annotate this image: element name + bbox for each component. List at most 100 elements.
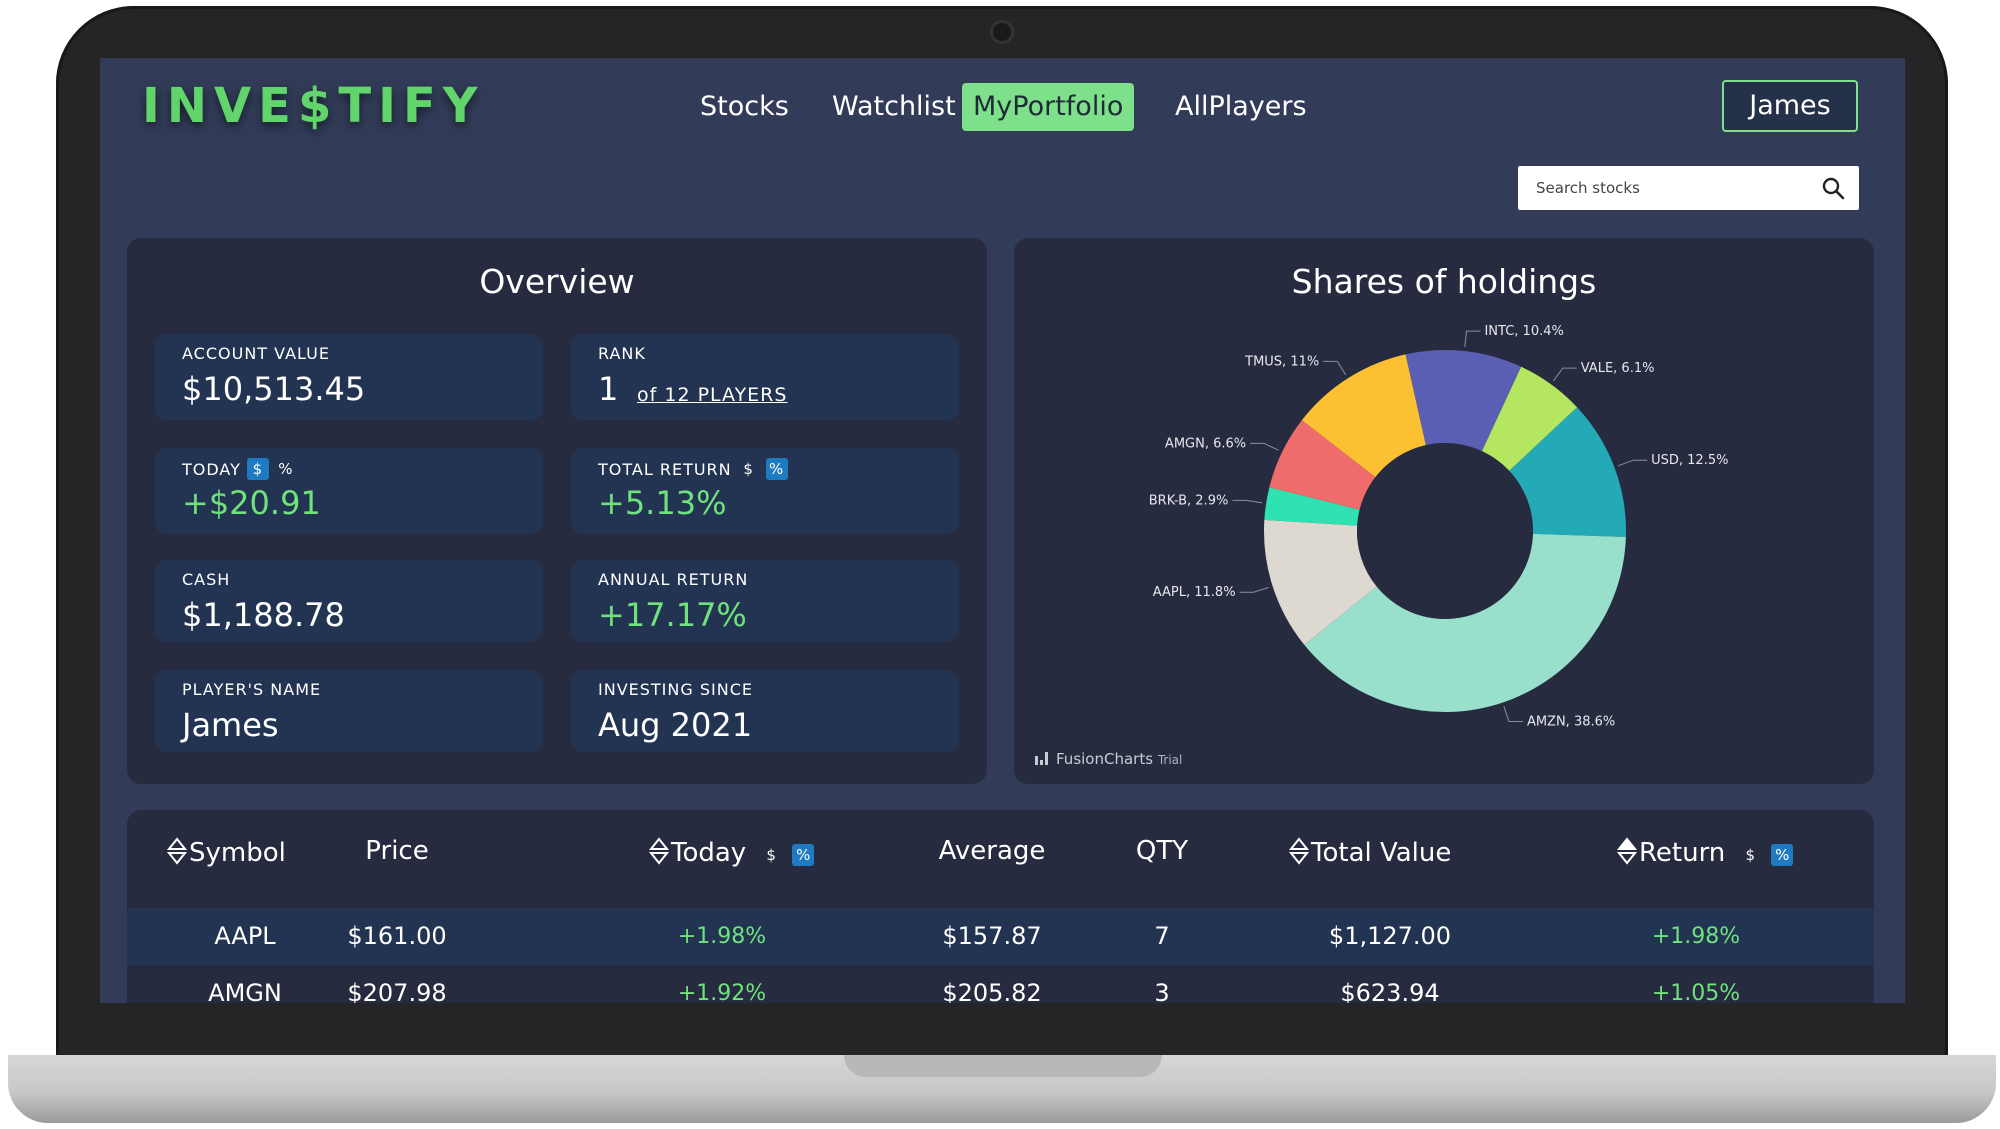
total-return-stat: TOTAL RETURN $% +5.13% xyxy=(571,448,959,534)
header-label: Today xyxy=(671,838,747,868)
cell-total-value: $623.94 xyxy=(1340,979,1440,1003)
column-header-qty: QTY xyxy=(1135,836,1189,866)
percent-toggle[interactable]: % xyxy=(275,458,297,480)
cell-today: +1.98% xyxy=(677,924,767,949)
stat-value: 1 xyxy=(598,370,619,408)
fusioncharts-logo-icon xyxy=(1035,752,1048,765)
sort-icon xyxy=(649,837,669,865)
cell-return: +1.98% xyxy=(1651,924,1741,949)
column-header-return[interactable]: Return $% xyxy=(1617,836,1817,868)
dollar-toggle[interactable]: $ xyxy=(760,844,782,866)
user-menu-button[interactable]: James xyxy=(1722,80,1858,132)
column-header-symbol[interactable]: Symbol xyxy=(167,836,317,868)
app-logo[interactable]: INVE$TIFY xyxy=(142,78,485,134)
players-link[interactable]: of 12 PLAYERS xyxy=(637,384,787,406)
fusioncharts-credit[interactable]: FusionCharts Trial xyxy=(1034,750,1182,768)
slice-label: AAPL, 11.8% xyxy=(1153,585,1236,600)
player-name-stat: PLAYER'S NAME James xyxy=(155,670,543,752)
slice-label-connector xyxy=(1503,706,1523,723)
webcam-icon xyxy=(990,20,1014,44)
slice-label-connector xyxy=(1239,586,1269,593)
holdings-donut-chart: INTC, 10.4% VALE, 6.1% USD, 12.5% AMZN, 38.… xyxy=(1149,324,1729,730)
percent-toggle[interactable]: % xyxy=(1771,844,1794,866)
slice-label-connector xyxy=(1250,442,1279,451)
stat-label: TOTAL RETURN $% xyxy=(598,458,788,480)
stat-label: RANK xyxy=(598,344,646,363)
search-input[interactable] xyxy=(1518,166,1808,210)
percent-toggle[interactable]: % xyxy=(792,844,815,866)
annual-return-stat: ANNUAL RETURN +17.17% xyxy=(571,560,959,642)
cell-symbol: AMGN xyxy=(208,979,282,1003)
cell-return: +1.05% xyxy=(1651,981,1741,1003)
stat-label: ANNUAL RETURN xyxy=(598,570,749,589)
slice-label-connector xyxy=(1323,360,1347,376)
slice-label-connector xyxy=(1617,459,1648,467)
stat-value: Aug 2021 xyxy=(598,706,753,744)
column-header-total-value[interactable]: Total Value xyxy=(1289,836,1509,868)
header-label: Total Value xyxy=(1311,838,1452,868)
laptop-notch xyxy=(844,1055,1162,1077)
nav-allplayers[interactable]: AllPlayers xyxy=(1164,83,1318,131)
nav-myportfolio[interactable]: MyPortfolio xyxy=(962,83,1135,131)
holdings-table: Symbol Price Today $% Average QTY Total V… xyxy=(127,810,1874,1003)
stat-label: ACCOUNT VALUE xyxy=(182,344,330,363)
slice-label: TMUS, 11% xyxy=(1244,354,1319,369)
donut-hole xyxy=(1357,443,1533,619)
stat-label: TODAY $% xyxy=(182,458,297,480)
slice-label: INTC, 10.4% xyxy=(1484,324,1563,339)
stat-value: +17.17% xyxy=(598,596,747,634)
rank-stat: RANK 1 of 12 PLAYERS xyxy=(571,334,959,420)
investing-since-stat: INVESTING SINCE Aug 2021 xyxy=(571,670,959,752)
slice-label: VALE, 6.1% xyxy=(1581,361,1655,376)
cell-total-value: $1,127.00 xyxy=(1328,922,1452,950)
dollar-toggle[interactable]: $ xyxy=(246,458,269,480)
sort-icon-active xyxy=(1617,837,1637,865)
search-icon[interactable] xyxy=(1821,176,1845,200)
slice-label-connector xyxy=(1464,330,1481,348)
dollar-toggle[interactable]: $ xyxy=(1739,844,1761,866)
stat-value: $10,513.45 xyxy=(182,370,366,408)
cell-symbol: AAPL xyxy=(214,922,276,950)
slice-label-connector xyxy=(1232,499,1263,504)
stat-value: +$20.91 xyxy=(182,484,321,522)
sort-icon xyxy=(167,837,187,865)
header-label: Symbol xyxy=(189,838,286,868)
stat-value: +5.13% xyxy=(598,484,727,522)
header-label: Return xyxy=(1639,838,1726,868)
table-row[interactable]: AMGN $207.98 +1.92% $205.82 3 $623.94 +1… xyxy=(127,965,1874,1003)
credit-suffix: Trial xyxy=(1157,753,1183,767)
column-header-average: Average xyxy=(938,836,1046,866)
credit-text: FusionCharts xyxy=(1056,750,1154,768)
slice-label: AMZN, 38.6% xyxy=(1527,715,1615,730)
sort-icon xyxy=(1289,837,1309,865)
slice-label: AMGN, 6.6% xyxy=(1165,436,1246,451)
percent-toggle[interactable]: % xyxy=(765,458,788,480)
stat-label: CASH xyxy=(182,570,231,589)
overview-card: Overview ACCOUNT VALUE $10,513.45 RANK 1… xyxy=(127,238,987,784)
dollar-toggle[interactable]: $ xyxy=(738,458,760,480)
cash-stat: CASH $1,188.78 xyxy=(155,560,543,642)
nav-stocks[interactable]: Stocks xyxy=(689,83,800,131)
nav-watchlist[interactable]: Watchlist xyxy=(821,83,967,131)
today-stat: TODAY $% +$20.91 xyxy=(155,448,543,534)
cell-today: +1.92% xyxy=(677,981,767,1003)
cell-qty: 7 xyxy=(1154,922,1170,950)
app-screen: INVE$TIFY Stocks Watchlist MyPortfolio A… xyxy=(100,58,1905,1003)
stat-label-text: TODAY xyxy=(182,460,241,479)
stat-value: $1,188.78 xyxy=(182,596,345,634)
cell-average: $205.82 xyxy=(942,979,1042,1003)
stat-label-text: TOTAL RETURN xyxy=(598,460,732,479)
column-header-price: Price xyxy=(365,836,429,866)
table-row[interactable]: AAPL $161.00 +1.98% $157.87 7 $1,127.00 … xyxy=(127,908,1874,965)
slice-label-connector xyxy=(1552,367,1577,382)
account-value-stat: ACCOUNT VALUE $10,513.45 xyxy=(155,334,543,420)
stat-label: INVESTING SINCE xyxy=(598,680,753,699)
overview-title: Overview xyxy=(479,262,635,301)
search-box xyxy=(1518,166,1859,210)
slice-label: USD, 12.5% xyxy=(1651,453,1728,468)
cell-price: $161.00 xyxy=(347,922,447,950)
column-header-today[interactable]: Today $% xyxy=(649,836,849,868)
slice-label: BRK-B, 2.9% xyxy=(1149,493,1229,508)
stat-value: James xyxy=(182,706,279,744)
stat-label: PLAYER'S NAME xyxy=(182,680,322,699)
